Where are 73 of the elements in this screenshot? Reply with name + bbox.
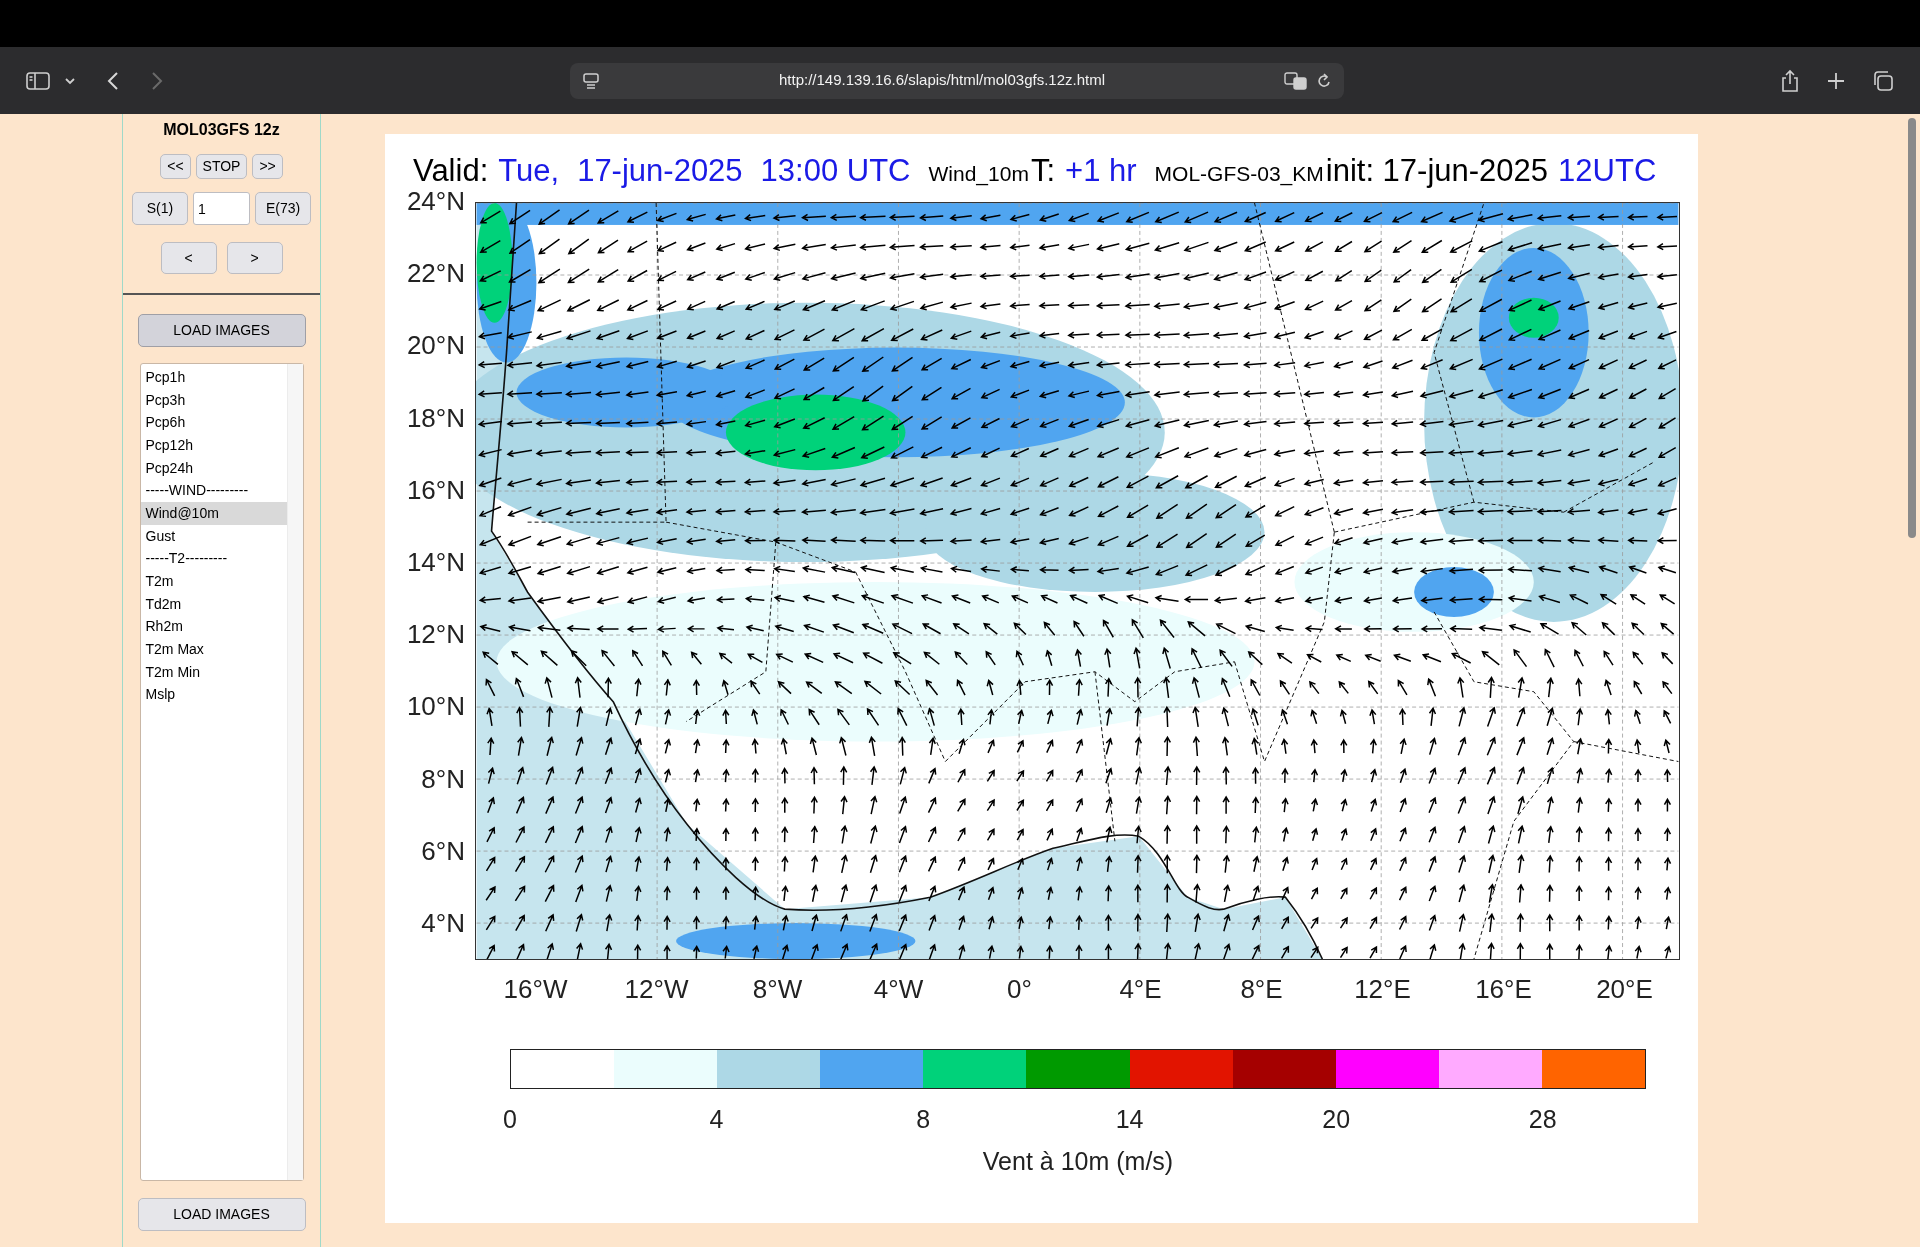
plus-icon[interactable]: [1826, 70, 1846, 91]
playback-button[interactable]: STOP: [195, 154, 248, 179]
header-text: Wind_10m: [928, 161, 1029, 188]
product-option[interactable]: Pcp24h: [140, 456, 287, 480]
page-icon: [582, 71, 600, 90]
scale-tick-label: 20: [1322, 1103, 1351, 1135]
scale-tick-label: 8: [916, 1103, 931, 1135]
latitude-label: 12°N: [406, 618, 465, 652]
url-text: http://149.139.16.6/slapis/html/mol03gfs.12z.html: [778, 70, 1106, 91]
scale-tick-label: 0: [503, 1103, 517, 1135]
translate-icon[interactable]: [1284, 71, 1308, 90]
load-images-button[interactable]: LOAD IMAGES: [137, 314, 306, 347]
longitude-label: 16°E: [1475, 972, 1532, 1006]
scale-tick-label: 28: [1528, 1103, 1557, 1135]
reload-icon[interactable]: [1316, 71, 1332, 90]
product-option[interactable]: Pcp3h: [140, 388, 287, 412]
header-text: 13:00 UTC: [760, 152, 911, 190]
product-option[interactable]: Pcp12h: [140, 434, 287, 457]
chevron-down-icon[interactable]: [64, 75, 76, 86]
product-option[interactable]: Pcp1h: [140, 366, 287, 389]
frame-input[interactable]: 1: [193, 192, 250, 225]
header-text: Tue,: [498, 152, 560, 190]
latitude-label: 22°N: [406, 257, 465, 291]
product-option[interactable]: Gust: [140, 524, 287, 548]
end-button[interactable]: E(73): [255, 192, 311, 225]
latitude-label: 10°N: [406, 690, 465, 724]
address-bar[interactable]: http://149.139.16.6/slapis/html/mol03gfs.12z.html: [570, 62, 1344, 99]
load-images-button[interactable]: LOAD IMAGES: [137, 1198, 306, 1231]
product-option[interactable]: Td2m: [140, 592, 287, 616]
playback-button[interactable]: <<: [160, 154, 191, 179]
longitude-label: 4°E: [1119, 972, 1162, 1006]
header-text: MOL-GFS-03_KM: [1154, 161, 1324, 188]
product-option[interactable]: T2m Max: [140, 638, 287, 661]
back-icon[interactable]: [106, 69, 120, 92]
latitude-label: 4°N: [421, 906, 465, 940]
header-text: 17-jun-2025: [577, 152, 743, 190]
playback-button[interactable]: >>: [252, 154, 283, 179]
product-option[interactable]: Rh2m: [140, 615, 287, 639]
sidebar-icon[interactable]: [26, 70, 50, 91]
latitude-label: 8°N: [421, 762, 465, 796]
product-option[interactable]: Wind@10m: [140, 502, 287, 525]
header-text: init: 17-jun-2025: [1325, 152, 1549, 190]
longitude-label: 8°W: [752, 972, 803, 1006]
longitude-label: 0°: [1007, 972, 1032, 1006]
latitude-label: 20°N: [406, 329, 465, 363]
share-icon[interactable]: [1780, 68, 1800, 93]
step-button[interactable]: <: [160, 242, 217, 274]
product-option[interactable]: -----WIND---------: [140, 479, 287, 503]
scale-tick-label: 4: [709, 1103, 724, 1135]
header-text: +1 hr: [1065, 152, 1137, 190]
latitude-label: 14°N: [406, 546, 465, 580]
product-option[interactable]: -----T2---------: [140, 547, 287, 571]
longitude-label: 12°W: [624, 972, 689, 1006]
step-button[interactable]: >: [226, 242, 283, 274]
product-option[interactable]: T2m Min: [140, 660, 287, 684]
product-option[interactable]: Mslp: [140, 683, 287, 707]
latitude-label: 6°N: [421, 834, 465, 868]
longitude-label: 4°W: [873, 972, 924, 1006]
model-title: MOL03GFS 12z: [163, 120, 280, 140]
latitude-label: 16°N: [406, 473, 465, 507]
header-text: 12UTC: [1558, 152, 1657, 190]
product-option[interactable]: Pcp6h: [140, 411, 287, 435]
scale-tick-label: 14: [1115, 1103, 1144, 1135]
header-text: T:: [1030, 152, 1056, 190]
latitude-label: 18°N: [406, 401, 465, 435]
longitude-label: 20°E: [1596, 972, 1653, 1006]
longitude-label: 16°W: [503, 972, 568, 1006]
tabs-icon[interactable]: [1872, 69, 1894, 92]
longitude-label: 8°E: [1240, 972, 1283, 1006]
scale-title: Vent à 10m (m/s): [982, 1145, 1174, 1177]
longitude-label: 12°E: [1354, 972, 1411, 1006]
product-option[interactable]: T2m: [140, 570, 287, 593]
start-button[interactable]: S(1): [132, 192, 188, 225]
